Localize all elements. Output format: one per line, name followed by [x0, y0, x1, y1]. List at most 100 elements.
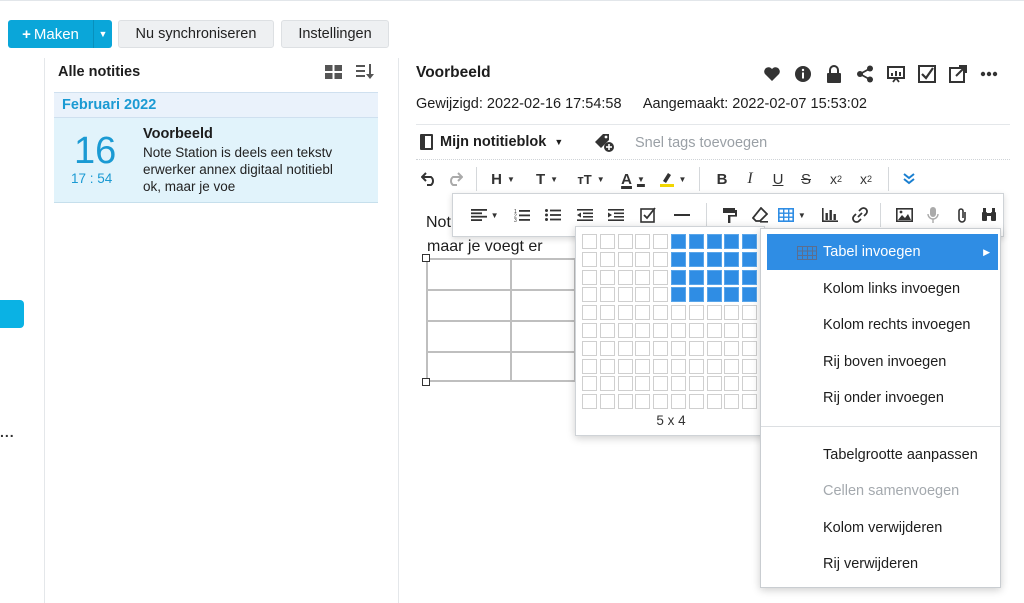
context-menu-item[interactable]: Rij verwijderen — [761, 546, 1000, 582]
context-menu-item[interactable]: Kolom links invoegen — [761, 271, 1000, 307]
table-size-cell[interactable] — [599, 287, 615, 303]
numbered-list-icon[interactable]: 123 — [506, 203, 537, 227]
table-size-cell[interactable] — [653, 358, 669, 374]
outdent-icon[interactable] — [569, 203, 600, 227]
align-icon[interactable]: ▼ — [467, 203, 502, 227]
table-size-cell[interactable] — [706, 305, 722, 321]
table-size-cell[interactable] — [724, 287, 740, 303]
make-button-main[interactable]: + Maken — [8, 20, 94, 48]
table-size-cell[interactable] — [653, 251, 669, 267]
table-size-cell[interactable] — [582, 269, 597, 285]
table-size-cell[interactable] — [653, 394, 669, 410]
table-size-cell[interactable] — [742, 358, 758, 374]
eraser-icon[interactable] — [745, 203, 774, 227]
table-size-cell[interactable] — [671, 376, 686, 392]
table-size-cell[interactable] — [582, 234, 597, 249]
sync-button[interactable]: Nu synchroniseren — [118, 20, 274, 48]
link-icon[interactable] — [847, 203, 872, 227]
share-icon[interactable] — [855, 64, 874, 83]
context-menu-item[interactable]: Tabel invoegen ▶ — [767, 234, 998, 270]
table-size-cell[interactable] — [582, 358, 597, 374]
table-size-cell[interactable] — [688, 305, 704, 321]
table-size-cell[interactable] — [742, 376, 758, 392]
editor-content-line[interactable]: Not — [426, 214, 451, 232]
font-size-icon[interactable]: ᴛT ▼ — [571, 167, 611, 191]
redo-icon[interactable] — [442, 167, 468, 191]
editor-content-line[interactable]: maar je voegt er — [427, 238, 543, 256]
table-size-cell[interactable] — [688, 323, 704, 338]
notebook-selector[interactable]: Mijn notitieblok ▼ — [420, 134, 563, 150]
table-size-cell[interactable] — [653, 340, 669, 356]
settings-button[interactable]: Instellingen — [281, 20, 389, 48]
chart-icon[interactable] — [814, 203, 847, 227]
tags-input[interactable]: Snel tags toevoegen — [635, 135, 767, 151]
table-icon[interactable]: ▼ — [774, 203, 809, 227]
table-size-cell[interactable] — [742, 269, 758, 285]
table-size-cell[interactable] — [724, 269, 740, 285]
table-size-cell[interactable] — [671, 234, 686, 249]
table-size-cell[interactable] — [724, 340, 740, 356]
double-chevron-down-icon[interactable] — [897, 167, 921, 191]
subscript-icon[interactable]: x2 — [820, 167, 852, 191]
table-size-cell[interactable] — [742, 251, 758, 267]
table-size-cell[interactable] — [599, 234, 615, 249]
table-size-cell[interactable] — [706, 234, 722, 249]
table-size-cell[interactable] — [724, 251, 740, 267]
table-size-cell[interactable] — [706, 323, 722, 338]
bullet-list-icon[interactable] — [538, 203, 569, 227]
table-size-cell[interactable] — [688, 358, 704, 374]
table-size-cell[interactable] — [706, 376, 722, 392]
table-size-cell[interactable] — [688, 269, 704, 285]
table-size-cell[interactable] — [688, 251, 704, 267]
table-size-cell[interactable] — [599, 269, 615, 285]
table-size-cell[interactable] — [671, 305, 686, 321]
table-size-cell[interactable] — [671, 340, 686, 356]
table-size-cell[interactable] — [635, 394, 651, 410]
font-family-icon[interactable]: T ▼ — [529, 167, 565, 191]
context-menu-item[interactable]: Kolom rechts invoegen — [761, 307, 1000, 343]
table-size-cell[interactable] — [617, 269, 633, 285]
table-size-cell[interactable] — [599, 394, 615, 410]
table-size-cell[interactable] — [617, 305, 633, 321]
table-size-cell[interactable] — [599, 305, 615, 321]
popout-icon[interactable] — [948, 64, 967, 83]
sort-icon[interactable] — [356, 64, 374, 80]
resize-handle[interactable] — [422, 378, 430, 386]
table-size-cell[interactable] — [706, 287, 722, 303]
microphone-icon[interactable] — [919, 203, 948, 227]
table-size-cell[interactable] — [599, 358, 615, 374]
undo-icon[interactable] — [416, 167, 442, 191]
make-button[interactable]: + Maken ▼ — [8, 20, 112, 48]
grid-view-icon[interactable] — [325, 65, 342, 79]
image-icon[interactable] — [889, 203, 918, 227]
strikethrough-icon[interactable]: S — [792, 167, 820, 191]
table-size-cell[interactable] — [688, 340, 704, 356]
table-size-cell[interactable] — [724, 234, 740, 249]
table-size-cell[interactable] — [599, 340, 615, 356]
table-size-cell[interactable] — [617, 323, 633, 338]
table-size-cell[interactable] — [653, 376, 669, 392]
table-size-cell[interactable] — [706, 340, 722, 356]
table-size-cell[interactable] — [742, 305, 758, 321]
font-color-icon[interactable]: A ▼ — [615, 167, 651, 191]
context-menu-item[interactable]: Rij onder invoegen — [761, 380, 1000, 416]
make-dropdown-icon[interactable]: ▼ — [94, 20, 112, 48]
tag-add-icon[interactable] — [594, 133, 616, 153]
table-size-cell[interactable] — [671, 287, 686, 303]
table-size-cell[interactable] — [653, 269, 669, 285]
table-size-cell[interactable] — [582, 305, 597, 321]
presentation-icon[interactable] — [886, 64, 905, 83]
table-size-cell[interactable] — [688, 394, 704, 410]
sidebar-more[interactable]: ... — [0, 424, 15, 440]
table-size-cell[interactable] — [582, 376, 597, 392]
content-table[interactable] — [426, 258, 576, 382]
table-size-cell[interactable] — [582, 323, 597, 338]
table-size-cell[interactable] — [671, 269, 686, 285]
table-size-cell[interactable] — [653, 234, 669, 249]
more-icon[interactable] — [979, 64, 998, 83]
highlight-icon[interactable]: ▼ — [655, 167, 691, 191]
table-size-cell[interactable] — [706, 358, 722, 374]
table-size-cell[interactable] — [635, 323, 651, 338]
table-size-cell[interactable] — [617, 376, 633, 392]
table-size-cell[interactable] — [688, 234, 704, 249]
